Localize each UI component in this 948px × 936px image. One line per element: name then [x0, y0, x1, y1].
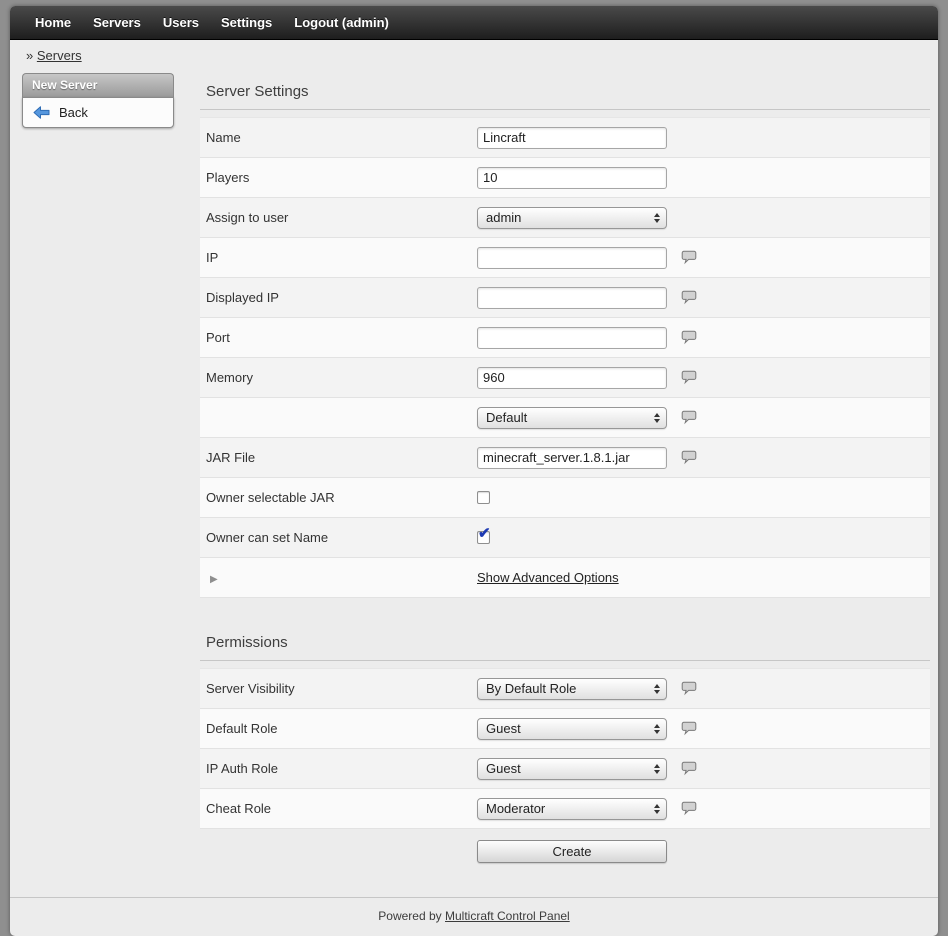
form-row-memory: Memory	[200, 358, 930, 398]
default-select[interactable]: Default	[477, 407, 667, 429]
server-visibility-label: Server Visibility	[200, 681, 477, 696]
section-title-permissions: Permissions	[200, 620, 930, 661]
submit-row: Create	[200, 831, 930, 871]
form-row-port: Port	[200, 318, 930, 358]
form-row-owner-selectable-jar: Owner selectable JAR	[200, 478, 930, 518]
help-icon[interactable]	[681, 410, 697, 425]
help-icon[interactable]	[681, 330, 697, 345]
footer-link[interactable]: Multicraft Control Panel	[445, 909, 570, 923]
help-icon[interactable]	[681, 250, 697, 265]
memory-input[interactable]	[477, 367, 667, 389]
port-label: Port	[200, 330, 477, 345]
help-icon[interactable]	[681, 370, 697, 385]
nav-logout[interactable]: Logout (admin)	[283, 7, 400, 38]
select-value: Default	[486, 410, 527, 425]
select-arrows-icon	[654, 213, 660, 223]
select-value: Guest	[486, 721, 521, 736]
select-arrows-icon	[654, 413, 660, 423]
create-button[interactable]: Create	[477, 840, 667, 863]
select-value: Guest	[486, 761, 521, 776]
default-role-select[interactable]: Guest	[477, 718, 667, 740]
jar-file-input[interactable]	[477, 447, 667, 469]
permissions-form: Server Visibility By Default Role Defaul…	[200, 668, 930, 829]
select-arrows-icon	[654, 804, 660, 814]
sidebar-item-back[interactable]: Back	[26, 101, 170, 124]
breadcrumb-prefix: »	[26, 48, 33, 63]
form-row-default-select: Default	[200, 398, 930, 438]
help-icon[interactable]	[681, 290, 697, 305]
displayed-ip-label: Displayed IP	[200, 290, 477, 305]
section-title-server-settings: Server Settings	[200, 69, 930, 110]
footer-text: Powered by	[378, 909, 441, 923]
breadcrumb-servers-link[interactable]: Servers	[37, 48, 82, 63]
content: New Server Back Server Settings Name	[10, 67, 938, 871]
advanced-toggle-icon[interactable]: ▶	[206, 574, 218, 585]
form-row-owner-can-set-name: Owner can set Name ✔	[200, 518, 930, 558]
form-row-name: Name	[200, 118, 930, 158]
help-icon[interactable]	[681, 681, 697, 696]
sidebar: New Server Back	[22, 73, 174, 128]
help-icon[interactable]	[681, 450, 697, 465]
form-row-ip-auth-role: IP Auth Role Guest	[200, 749, 930, 789]
show-advanced-options-link[interactable]: Show Advanced Options	[477, 570, 619, 585]
advanced-options-row: ▶ Show Advanced Options	[200, 558, 930, 598]
server-visibility-select[interactable]: By Default Role	[477, 678, 667, 700]
name-input[interactable]	[477, 127, 667, 149]
owner-can-set-name-label: Owner can set Name	[200, 530, 477, 545]
default-role-label: Default Role	[200, 721, 477, 736]
ip-label: IP	[200, 250, 477, 265]
form-row-displayed-ip: Displayed IP	[200, 278, 930, 318]
nav-users[interactable]: Users	[152, 7, 210, 38]
cheat-role-label: Cheat Role	[200, 801, 477, 816]
form-row-jar-file: JAR File	[200, 438, 930, 478]
form-row-players: Players	[200, 158, 930, 198]
main-panel: Server Settings Name Players Assign to u…	[200, 67, 930, 871]
assign-user-label: Assign to user	[200, 210, 477, 225]
select-arrows-icon	[654, 684, 660, 694]
nav-home[interactable]: Home	[24, 7, 82, 38]
cheat-role-select[interactable]: Moderator	[477, 798, 667, 820]
back-label: Back	[59, 105, 88, 120]
top-navbar: Home Servers Users Settings Logout (admi…	[10, 6, 938, 40]
form-row-server-visibility: Server Visibility By Default Role	[200, 669, 930, 709]
assign-to-user-select[interactable]: admin	[477, 207, 667, 229]
nav-settings[interactable]: Settings	[210, 7, 283, 38]
ip-auth-role-label: IP Auth Role	[200, 761, 477, 776]
select-arrows-icon	[654, 724, 660, 734]
ip-auth-role-select[interactable]: Guest	[477, 758, 667, 780]
owner-can-set-name-checkbox[interactable]: ✔	[477, 531, 490, 544]
players-input[interactable]	[477, 167, 667, 189]
memory-label: Memory	[200, 370, 477, 385]
nav-servers[interactable]: Servers	[82, 7, 152, 38]
jar-file-label: JAR File	[200, 450, 477, 465]
select-value: admin	[486, 210, 521, 225]
server-settings-form: Name Players Assign to user admin	[200, 117, 930, 598]
breadcrumb: » Servers	[10, 40, 938, 67]
displayed-ip-input[interactable]	[477, 287, 667, 309]
ip-input[interactable]	[477, 247, 667, 269]
form-row-cheat-role: Cheat Role Moderator	[200, 789, 930, 829]
help-icon[interactable]	[681, 801, 697, 816]
help-icon[interactable]	[681, 761, 697, 776]
help-icon[interactable]	[681, 721, 697, 736]
form-row-ip: IP	[200, 238, 930, 278]
select-value: By Default Role	[486, 681, 576, 696]
select-value: Moderator	[486, 801, 545, 816]
sidebar-body: Back	[22, 97, 174, 128]
form-row-assign-user: Assign to user admin	[200, 198, 930, 238]
owner-selectable-jar-checkbox[interactable]	[477, 491, 490, 504]
owner-selectable-jar-label: Owner selectable JAR	[200, 490, 477, 505]
page: Home Servers Users Settings Logout (admi…	[10, 6, 938, 936]
name-label: Name	[200, 130, 477, 145]
players-label: Players	[200, 170, 477, 185]
form-row-default-role: Default Role Guest	[200, 709, 930, 749]
port-input[interactable]	[477, 327, 667, 349]
sidebar-title: New Server	[22, 73, 174, 97]
select-arrows-icon	[654, 764, 660, 774]
back-arrow-icon	[33, 106, 50, 119]
checkmark: ✔	[478, 526, 491, 541]
